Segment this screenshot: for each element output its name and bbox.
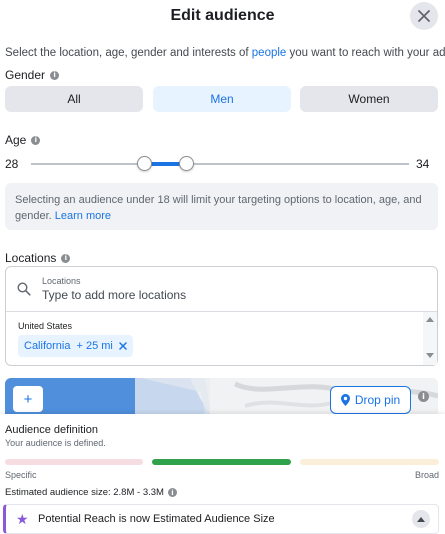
location-field-label: Locations	[42, 276, 81, 286]
meter-middle-segment	[152, 459, 291, 465]
dialog-title: Edit audience	[170, 7, 275, 24]
close-icon	[418, 10, 430, 22]
info-icon[interactable]: i	[31, 135, 41, 145]
audience-definition-panel: Audience definition Your audience is def…	[0, 414, 445, 534]
chevron-up-icon	[417, 516, 425, 522]
intro-text: Select the location, age, gender and int…	[5, 47, 445, 59]
gender-women-button[interactable]: Women	[300, 86, 438, 112]
banner-text: Potential Reach is now Estimated Audienc…	[38, 513, 275, 525]
close-button[interactable]	[410, 2, 438, 30]
learn-more-link[interactable]: Learn more	[55, 210, 111, 222]
drop-pin-button[interactable]: Drop pin	[330, 386, 411, 414]
people-link[interactable]: people	[252, 47, 287, 59]
map-pin-icon	[340, 394, 350, 406]
age-max-label: 34	[416, 157, 430, 171]
info-icon[interactable]: i	[61, 253, 71, 263]
info-icon[interactable]: i	[50, 70, 60, 80]
definition-subtitle: Your audience is defined.	[5, 438, 106, 448]
location-search-field[interactable]: Locations Type to add more locations	[6, 267, 437, 312]
scroll-down-icon[interactable]	[426, 353, 434, 358]
info-icon[interactable]: i	[167, 488, 177, 497]
country-label: United States	[18, 321, 73, 331]
search-icon	[17, 282, 31, 296]
scale-broad-label: Broad	[415, 470, 440, 480]
reach-banner: ★ Potential Reach is now Estimated Audie…	[3, 504, 439, 534]
zoom-in-button[interactable]: +	[13, 386, 43, 412]
gender-all-button[interactable]: All	[5, 86, 143, 112]
age-min-label: 28	[5, 157, 19, 171]
locations-box: Locations Type to add more locations Uni…	[5, 266, 438, 366]
age-min-handle[interactable]	[137, 156, 152, 171]
meter-broad-segment	[300, 459, 439, 465]
star-icon: ★	[16, 511, 29, 527]
collapse-button[interactable]	[412, 510, 430, 528]
remove-location-icon[interactable]	[119, 342, 127, 350]
location-search-input[interactable]: Type to add more locations	[42, 288, 186, 302]
age-slider-track[interactable]	[31, 163, 409, 165]
meter-specific-segment	[5, 459, 143, 465]
definition-title: Audience definition	[5, 424, 98, 436]
location-radius[interactable]: + 25 mi	[76, 340, 112, 352]
location-pill[interactable]: California + 25 mi	[18, 335, 133, 357]
dialog-header: Edit audience	[0, 0, 445, 36]
gender-label: Gender i	[5, 68, 60, 82]
age-notice: Selecting an audience under 18 will limi…	[5, 183, 438, 230]
age-label: Age i	[5, 133, 41, 147]
age-max-handle[interactable]	[179, 156, 194, 171]
scale-specific-label: Specific	[5, 470, 37, 480]
map-info-icon[interactable]: i	[418, 391, 429, 402]
scroll-up-icon[interactable]	[426, 317, 434, 322]
gender-men-button[interactable]: Men	[153, 86, 291, 112]
location-list-scrollbar[interactable]	[423, 312, 437, 365]
estimated-audience-size: Estimated audience size: 2.8M - 3.3M i	[5, 487, 177, 498]
location-name: California	[24, 340, 71, 352]
locations-label: Locations i	[5, 251, 71, 265]
